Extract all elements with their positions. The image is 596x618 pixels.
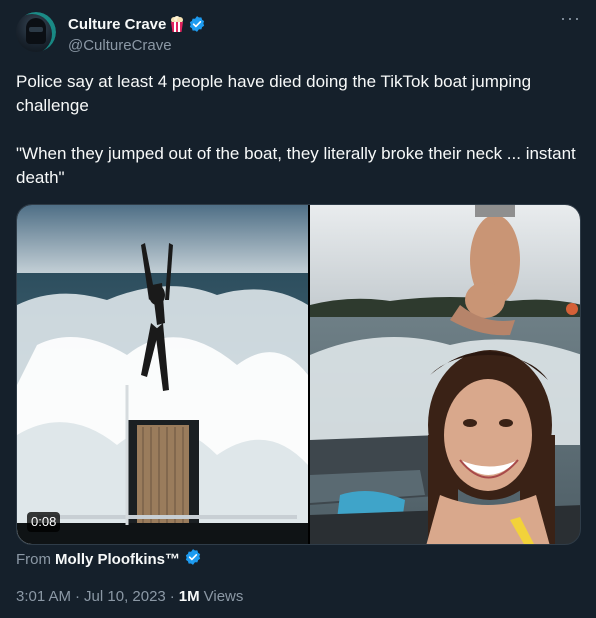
tweet-time[interactable]: 3:01 AM xyxy=(16,588,71,605)
attribution-verified-icon xyxy=(184,548,202,570)
author-names: Culture Crave @CultureCrave xyxy=(68,14,206,54)
tweet-header: Culture Crave @CultureCrave ··· xyxy=(16,9,580,56)
tweet-text: Police say at least 4 people have died d… xyxy=(16,72,576,187)
more-options-button[interactable]: ··· xyxy=(560,9,580,32)
media-attribution: From Molly Ploofkins™ xyxy=(16,549,202,569)
author-handle[interactable]: @CultureCrave xyxy=(68,37,206,54)
more-options-icon: ··· xyxy=(560,8,581,28)
display-name-row: Culture Crave xyxy=(68,14,206,34)
popcorn-icon xyxy=(170,16,184,32)
attribution-name[interactable]: Molly Ploofkins™ xyxy=(55,551,180,568)
tweet-card: Culture Crave @CultureCrave ··· Police s… xyxy=(0,0,596,618)
tweet-date[interactable]: Jul 10, 2023 xyxy=(84,588,166,605)
display-name[interactable]: Culture Crave xyxy=(68,16,166,33)
verified-badge-icon[interactable] xyxy=(188,15,206,33)
avatar[interactable] xyxy=(16,12,56,52)
views-count[interactable]: 1M xyxy=(179,588,200,605)
video-frame-right xyxy=(310,205,580,544)
attribution-prefix: From xyxy=(16,550,51,568)
video-player[interactable]: 0:08 xyxy=(16,204,581,545)
video-frame-left xyxy=(17,205,308,544)
video-duration-badge: 0:08 xyxy=(27,512,61,532)
views-label: Views xyxy=(203,587,244,605)
tweet-metadata: 3:01 AM · Jul 10, 2023 · 1M Views xyxy=(16,586,243,606)
meta-separator: · xyxy=(169,587,175,605)
meta-separator: · xyxy=(75,587,81,605)
